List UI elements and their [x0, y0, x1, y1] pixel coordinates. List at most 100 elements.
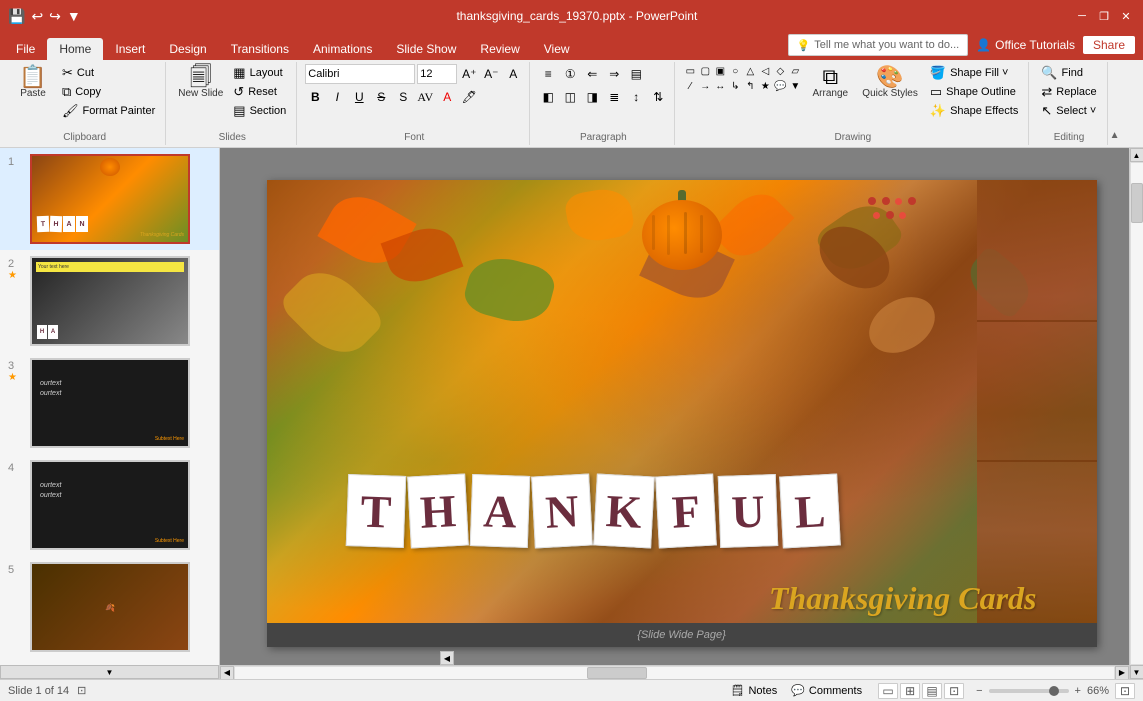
notes-button[interactable]: 🗒 Notes	[726, 683, 781, 698]
columns-button[interactable]: ▤	[626, 64, 646, 84]
align-center-button[interactable]: ◫	[560, 87, 580, 107]
strikethrough-button[interactable]: S	[371, 87, 391, 107]
close-button[interactable]: ✕	[1117, 7, 1135, 25]
align-right-button[interactable]: ◨	[582, 87, 602, 107]
save-icon[interactable]: 💾	[8, 8, 25, 25]
slide-thumb-1[interactable]: 1 T H A N Thanksgiving Cards	[0, 148, 219, 250]
scroll-track[interactable]	[1130, 162, 1143, 665]
shape-rect2[interactable]: ▢	[698, 64, 712, 78]
tab-insert[interactable]: Insert	[103, 38, 157, 60]
hscroll-thumb[interactable]	[587, 667, 647, 679]
italic-button[interactable]: I	[327, 87, 347, 107]
horizontal-scrollbar[interactable]: ◀ ▶	[220, 665, 1129, 679]
ribbon-collapse[interactable]: ▲	[1110, 62, 1120, 145]
paste-button[interactable]: 📋 Paste	[10, 64, 56, 101]
shape-outline-button[interactable]: ▭ Shape Outline	[926, 83, 1022, 101]
hscroll-track[interactable]	[234, 666, 1115, 680]
shape-round-rect[interactable]: ▣	[713, 64, 727, 78]
section-button[interactable]: ▤ Section	[229, 102, 290, 120]
tab-home[interactable]: Home	[47, 38, 103, 60]
shape-curved[interactable]: ↰	[743, 79, 757, 93]
shape-bent[interactable]: ↳	[728, 79, 742, 93]
office-tutorials[interactable]: 👤 Office Tutorials	[976, 38, 1075, 52]
find-button[interactable]: 🔍 Find	[1037, 64, 1100, 82]
restore-button[interactable]: ❐	[1095, 7, 1113, 25]
copy-button[interactable]: ⧉ Copy	[58, 83, 159, 101]
comments-button[interactable]: 💬 Comments	[787, 683, 866, 698]
increase-font-button[interactable]: A⁺	[459, 64, 479, 84]
scroll-thumb[interactable]	[1131, 183, 1143, 223]
underline-button[interactable]: U	[349, 87, 369, 107]
spacing-button[interactable]: AV	[415, 87, 435, 107]
horizontal-scroll-left[interactable]: ◀	[440, 651, 454, 665]
shape-rtriangle[interactable]: ◁	[758, 64, 772, 78]
bold-button[interactable]: B	[305, 87, 325, 107]
text-direction-button[interactable]: ⇅	[648, 87, 668, 107]
slide-sorter-btn[interactable]: ⊞	[900, 683, 920, 699]
shape-more[interactable]: ▼	[788, 79, 802, 93]
tell-me-bar[interactable]: 💡 Tell me what you want to do...	[788, 34, 969, 56]
vertical-scrollbar[interactable]: ▲ ▼	[1129, 148, 1143, 679]
justify-button[interactable]: ≣	[604, 87, 624, 107]
shadow-button[interactable]: S	[393, 87, 413, 107]
slide-thumb-3[interactable]: 3 ★ ourtext ourtext Subtext Here	[0, 352, 219, 454]
tab-file[interactable]: File	[4, 38, 47, 60]
slide-thumb-4[interactable]: 4 ourtext ourtext Subtext Here	[0, 454, 219, 556]
layout-button[interactable]: ▦ Layout	[229, 64, 290, 82]
shape-callout[interactable]: 💬	[773, 79, 787, 93]
quick-styles-button[interactable]: 🎨 Quick Styles	[858, 64, 922, 101]
line-spacing-button[interactable]: ↕	[626, 87, 646, 107]
shape-circle[interactable]: ○	[728, 64, 742, 78]
reading-view-btn[interactable]: ▤	[922, 683, 942, 699]
shape-para[interactable]: ▱	[788, 64, 802, 78]
tab-slideshow[interactable]: Slide Show	[384, 38, 468, 60]
fit-slide-btn[interactable]: ⊡	[1115, 683, 1135, 699]
presenter-view-btn[interactable]: ⊡	[944, 683, 964, 699]
increase-indent-button[interactable]: ⇒	[604, 64, 624, 84]
hscroll-left[interactable]: ◀	[220, 666, 234, 680]
font-size-input[interactable]	[417, 64, 457, 84]
zoom-out-icon[interactable]: −	[976, 685, 982, 697]
tab-animations[interactable]: Animations	[301, 38, 384, 60]
replace-button[interactable]: ⇄ Replace	[1037, 83, 1100, 101]
undo-icon[interactable]: ↩	[31, 8, 43, 25]
scroll-down-arrow[interactable]: ▼	[1130, 665, 1143, 679]
tab-transitions[interactable]: Transitions	[219, 38, 301, 60]
format-painter-button[interactable]: 🖌 Format Painter	[58, 102, 159, 120]
shape-fill-button[interactable]: 🪣 Shape Fill ˅	[926, 64, 1022, 82]
shape-rect[interactable]: ▭	[683, 64, 697, 78]
shape-dbl-arrow[interactable]: ↔	[713, 79, 727, 93]
font-name-input[interactable]	[305, 64, 415, 84]
arrange-button[interactable]: ⧉ Arrange	[806, 64, 854, 101]
tab-design[interactable]: Design	[157, 38, 218, 60]
normal-view-btn[interactable]: ▭	[878, 683, 898, 699]
slide-thumb-5[interactable]: 5 🍂	[0, 556, 219, 658]
decrease-font-button[interactable]: A⁻	[481, 64, 501, 84]
decrease-indent-button[interactable]: ⇐	[582, 64, 602, 84]
scroll-up-arrow[interactable]: ▲	[1130, 148, 1143, 162]
tab-view[interactable]: View	[532, 38, 582, 60]
slide-panel-scroll-down[interactable]: ▼	[0, 665, 219, 679]
slide-thumb-2[interactable]: 2 ★ Your text here H A	[0, 250, 219, 352]
select-button[interactable]: ↖ Select ˅	[1037, 102, 1100, 120]
clear-format-button[interactable]: A	[503, 64, 523, 84]
reset-button[interactable]: ↺ Reset	[229, 83, 290, 101]
zoom-slider[interactable]	[989, 689, 1069, 693]
font-color-button[interactable]: A	[437, 87, 457, 107]
tab-review[interactable]: Review	[468, 38, 531, 60]
highlight-button[interactable]: 🖊	[459, 87, 479, 107]
zoom-in-icon[interactable]: +	[1075, 685, 1081, 697]
share-button[interactable]: Share	[1083, 36, 1135, 54]
numbered-list-button[interactable]: ①	[560, 64, 580, 84]
shape-line[interactable]: ⁄	[683, 79, 697, 93]
slide-canvas[interactable]: T H A N K F U L Thanksgiving Cards {Slid…	[267, 180, 1097, 647]
shape-arrow[interactable]: →	[698, 79, 712, 93]
shape-diamond[interactable]: ◇	[773, 64, 787, 78]
zoom-thumb[interactable]	[1049, 686, 1059, 696]
shape-effects-button[interactable]: ✨ Shape Effects	[926, 102, 1022, 120]
hscroll-right[interactable]: ▶	[1115, 666, 1129, 680]
shape-star[interactable]: ★	[758, 79, 772, 93]
cut-button[interactable]: ✂ Cut	[58, 64, 159, 82]
bullet-list-button[interactable]: ≡	[538, 64, 558, 84]
minimize-button[interactable]: ─	[1073, 7, 1091, 25]
